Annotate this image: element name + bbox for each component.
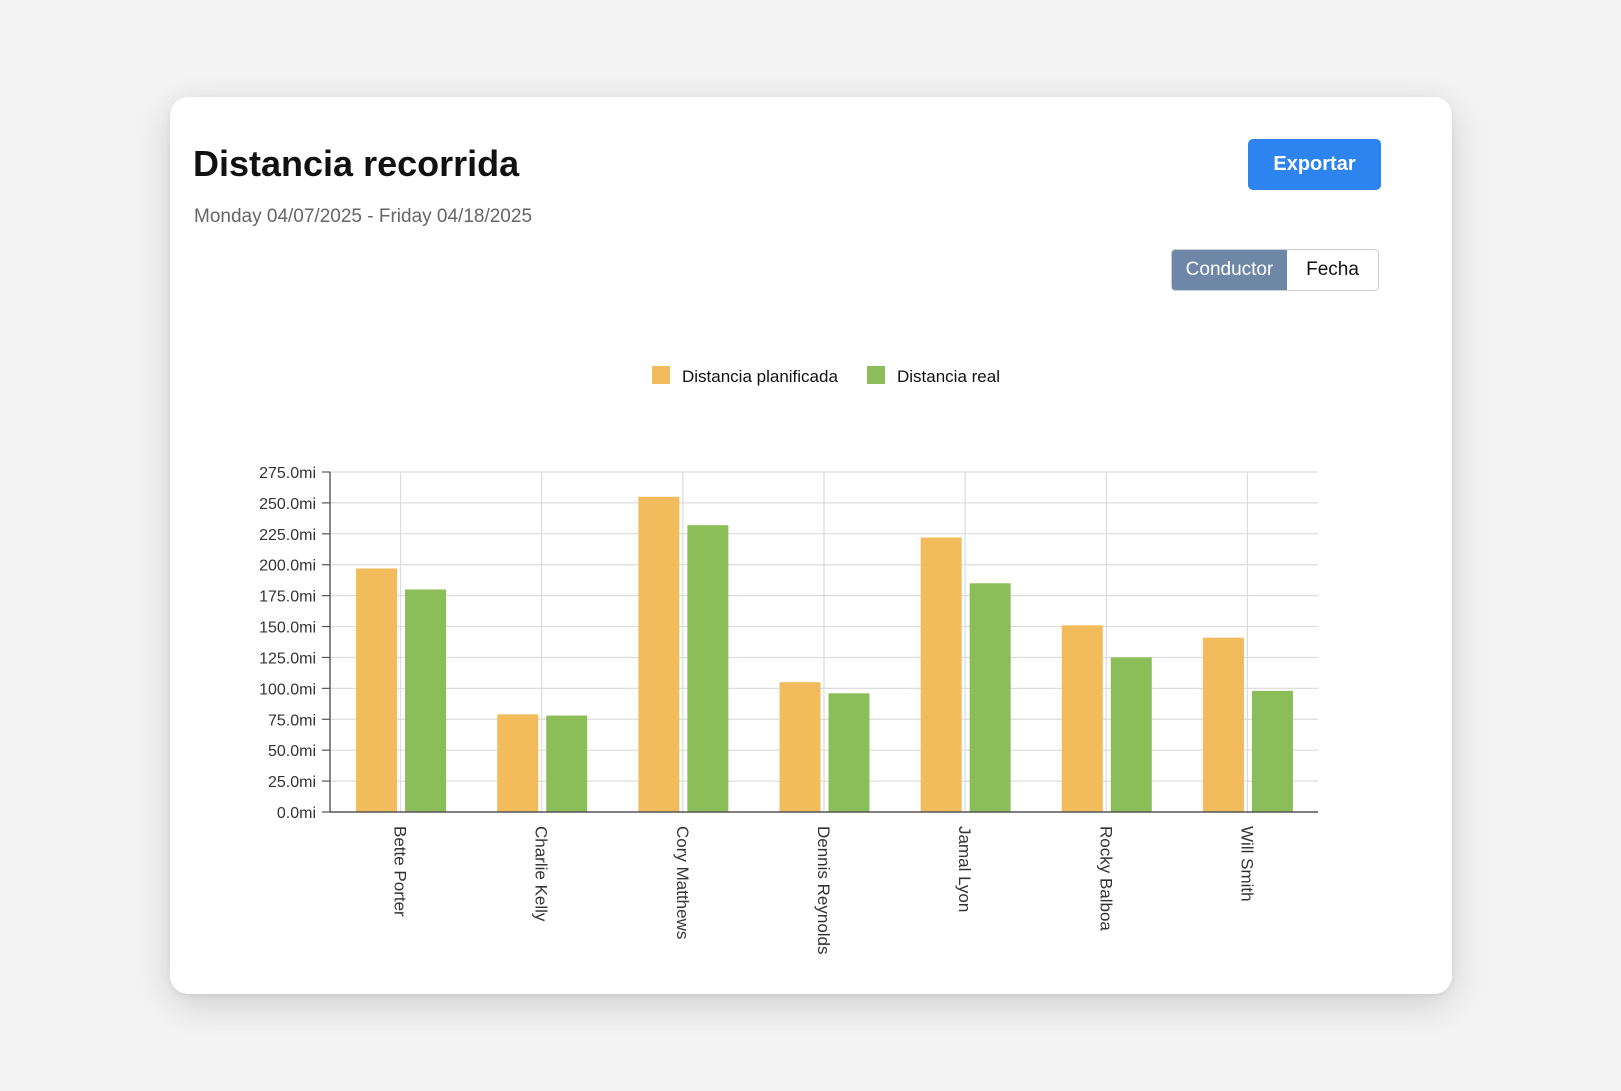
y-tick-label: 275.0mi (259, 465, 316, 482)
y-tick-label: 100.0mi (259, 681, 316, 698)
chart-legend: Distancia planificada Distancia real (652, 366, 1000, 386)
bar-actual (546, 715, 588, 812)
bar-actual (405, 589, 447, 812)
legend-swatch-actual (867, 366, 885, 384)
bar-planned (779, 682, 821, 812)
legend-label-actual[interactable]: Distancia real (897, 367, 1000, 386)
legend-label-planned[interactable]: Distancia planificada (682, 367, 838, 386)
x-category-label: Will Smith (1237, 826, 1256, 902)
y-tick-label: 175.0mi (259, 589, 316, 606)
x-category-label: Cory Matthews (673, 826, 692, 939)
y-tick-label: 200.0mi (259, 558, 316, 575)
distance-report-card: Distancia recorrida Monday 04/07/2025 - … (170, 97, 1452, 994)
bar-planned (356, 568, 398, 812)
bar-actual (828, 693, 870, 812)
y-tick-label: 75.0mi (268, 712, 316, 729)
bar-actual (1110, 657, 1152, 812)
bar-planned (1202, 637, 1244, 812)
bar-actual (687, 525, 729, 812)
y-tick-label: 25.0mi (268, 774, 316, 791)
x-category-label: Dennis Reynolds (814, 826, 833, 955)
y-tick-label: 250.0mi (259, 496, 316, 513)
y-tick-label: 150.0mi (259, 620, 316, 637)
y-tick-label: 50.0mi (268, 743, 316, 760)
bar-planned (1061, 625, 1103, 812)
y-tick-label: 125.0mi (259, 650, 316, 667)
y-tick-label: 0.0mi (277, 805, 316, 822)
bar-actual (969, 583, 1011, 812)
x-category-label: Rocky Balboa (1096, 826, 1115, 931)
legend-swatch-planned (652, 366, 670, 384)
y-tick-label: 225.0mi (259, 527, 316, 544)
x-category-label: Bette Porter (391, 826, 410, 917)
distance-bar-chart: Distancia planificada Distancia real 0.0… (259, 366, 1318, 955)
bar-planned (920, 537, 962, 812)
x-category-label: Charlie Kelly (532, 826, 551, 922)
bar-planned (497, 714, 539, 812)
chart-grid (330, 471, 1318, 812)
bar-actual (1251, 690, 1293, 812)
bar-planned (638, 496, 680, 812)
x-category-label: Jamal Lyon (955, 826, 974, 912)
